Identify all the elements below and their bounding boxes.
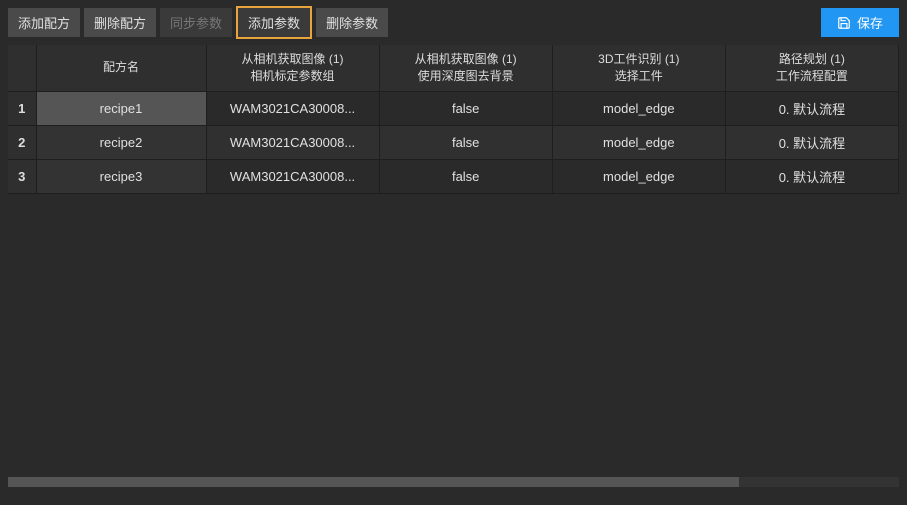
save-button-label: 保存 bbox=[857, 13, 883, 32]
cell-c3[interactable]: model_edge bbox=[552, 125, 725, 159]
scrollbar-thumb[interactable] bbox=[8, 477, 739, 487]
header-rownum bbox=[8, 45, 36, 91]
recipe-table-wrap: 配方名 从相机获取图像 (1) 相机标定参数组 从相机获取图像 (1) 使用深度… bbox=[0, 45, 907, 194]
header-col2-line1: 从相机获取图像 (1) bbox=[384, 51, 548, 68]
header-col3-line1: 3D工件识别 (1) bbox=[557, 51, 721, 68]
header-col3-line2: 选择工件 bbox=[557, 68, 721, 85]
cell-c1[interactable]: WAM3021CA30008... bbox=[206, 159, 379, 193]
cell-c4[interactable]: 0. 默认流程 bbox=[725, 125, 898, 159]
header-col1[interactable]: 从相机获取图像 (1) 相机标定参数组 bbox=[206, 45, 379, 91]
row-num: 2 bbox=[8, 125, 36, 159]
recipe-table: 配方名 从相机获取图像 (1) 相机标定参数组 从相机获取图像 (1) 使用深度… bbox=[8, 45, 899, 194]
save-button[interactable]: 保存 bbox=[821, 8, 899, 37]
table-row[interactable]: 2 recipe2 WAM3021CA30008... false model_… bbox=[8, 125, 899, 159]
cell-c4[interactable]: 0. 默认流程 bbox=[725, 91, 898, 125]
header-col3[interactable]: 3D工件识别 (1) 选择工件 bbox=[552, 45, 725, 91]
header-col4-line1: 路径规划 (1) bbox=[730, 51, 894, 68]
cell-c4[interactable]: 0. 默认流程 bbox=[725, 159, 898, 193]
row-num: 3 bbox=[8, 159, 36, 193]
cell-c2[interactable]: false bbox=[379, 91, 552, 125]
table-row[interactable]: 1 recipe1 WAM3021CA30008... false model_… bbox=[8, 91, 899, 125]
horizontal-scrollbar[interactable] bbox=[8, 475, 899, 487]
header-col2-line2: 使用深度图去背景 bbox=[384, 68, 548, 85]
cell-c3[interactable]: model_edge bbox=[552, 91, 725, 125]
header-col4[interactable]: 路径规划 (1) 工作流程配置 bbox=[725, 45, 898, 91]
sync-params-button: 同步参数 bbox=[160, 8, 232, 37]
add-param-button[interactable]: 添加参数 bbox=[236, 6, 312, 39]
header-col1-line2: 相机标定参数组 bbox=[211, 68, 375, 85]
table-row[interactable]: 3 recipe3 WAM3021CA30008... false model_… bbox=[8, 159, 899, 193]
header-col1-line1: 从相机获取图像 (1) bbox=[211, 51, 375, 68]
header-col2[interactable]: 从相机获取图像 (1) 使用深度图去背景 bbox=[379, 45, 552, 91]
cell-c2[interactable]: false bbox=[379, 159, 552, 193]
delete-param-button[interactable]: 删除参数 bbox=[316, 8, 388, 37]
save-icon bbox=[837, 16, 851, 30]
cell-c3[interactable]: model_edge bbox=[552, 159, 725, 193]
toolbar: 添加配方 删除配方 同步参数 添加参数 删除参数 保存 bbox=[0, 0, 907, 45]
header-name[interactable]: 配方名 bbox=[36, 45, 206, 91]
cell-c1[interactable]: WAM3021CA30008... bbox=[206, 91, 379, 125]
delete-recipe-button[interactable]: 删除配方 bbox=[84, 8, 156, 37]
row-num: 1 bbox=[8, 91, 36, 125]
recipe-name-cell[interactable]: recipe1 bbox=[36, 91, 206, 125]
add-recipe-button[interactable]: 添加配方 bbox=[8, 8, 80, 37]
recipe-name-cell[interactable]: recipe3 bbox=[36, 159, 206, 193]
header-col4-line2: 工作流程配置 bbox=[730, 68, 894, 85]
recipe-name-cell[interactable]: recipe2 bbox=[36, 125, 206, 159]
cell-c2[interactable]: false bbox=[379, 125, 552, 159]
cell-c1[interactable]: WAM3021CA30008... bbox=[206, 125, 379, 159]
